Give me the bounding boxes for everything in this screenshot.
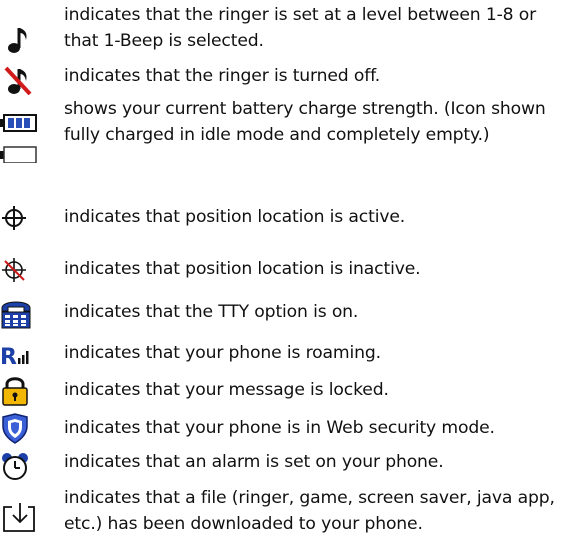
battery-icons [0, 113, 40, 163]
roaming-icon-letter: R [0, 345, 17, 370]
legend-text: indicates that your phone is roaming. [64, 343, 381, 363]
legend-text: indicates that your phone is in Web secu… [64, 418, 495, 438]
download-icon [0, 501, 40, 533]
lock-icon [0, 375, 40, 407]
legend-text: indicates that the ringer is turned off. [64, 66, 381, 86]
legend-text: indicates that position location is acti… [64, 207, 406, 227]
ringer-on-icon [0, 22, 40, 54]
legend-text: indicates that your message is locked. [64, 380, 389, 400]
legend-text: shows your current battery charge streng… [64, 99, 546, 145]
roaming-icon: R [0, 338, 40, 370]
ringer-off-icon [0, 63, 40, 95]
location-inactive-icon [0, 254, 40, 286]
location-active-icon [0, 202, 40, 234]
legend-text: indicates that an alarm is set on your p… [64, 452, 444, 472]
icon-legend-page: indicates that the ringer is set at a le… [0, 0, 566, 559]
legend-text: indicates that the ringer is set at a le… [64, 5, 537, 51]
legend-text: indicates that position location is inac… [64, 259, 421, 279]
web-security-icon [0, 413, 40, 445]
tty-icon [0, 298, 40, 330]
alarm-icon [0, 449, 40, 481]
legend-text: indicates that a file (ringer, game, scr… [64, 488, 555, 534]
legend-text: indicates that the TTY option is on. [64, 302, 359, 322]
